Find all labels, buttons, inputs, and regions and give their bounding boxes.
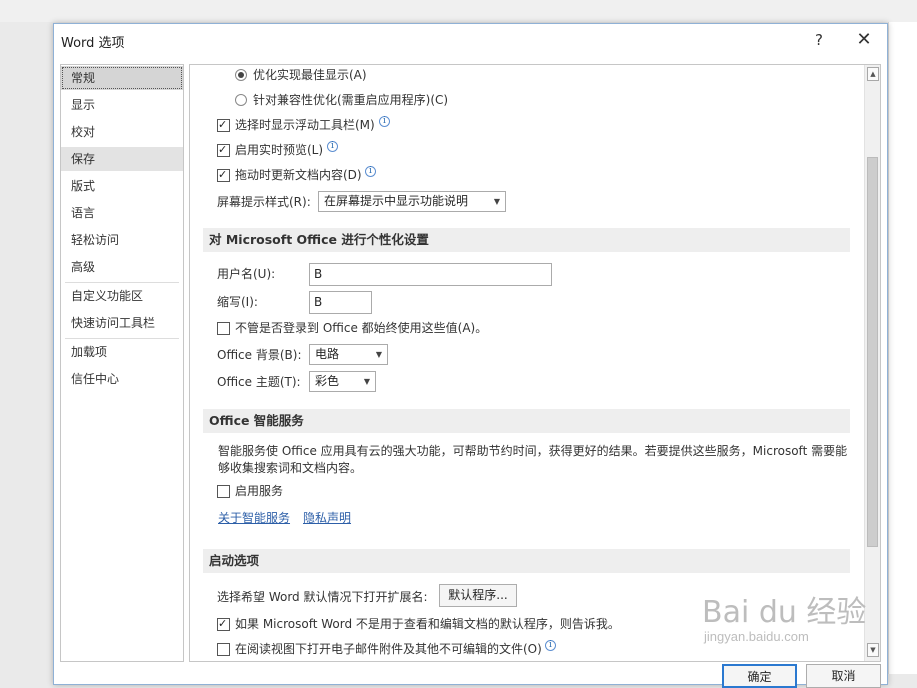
desktop-right-strip — [888, 22, 917, 674]
open-reading-checkbox[interactable] — [217, 643, 230, 656]
section-personalize-header: 对 Microsoft Office 进行个性化设置 — [203, 228, 850, 252]
theme-label: Office 主题(T): — [217, 375, 301, 389]
info-icon: i — [379, 116, 390, 127]
enable-services-label: 启用服务 — [235, 484, 284, 498]
info-icon: i — [365, 166, 376, 177]
intelligent-desc-line1: 智能服务使 Office 应用具有云的强大功能，可帮助节约时间，获得更好的结果。… — [218, 444, 848, 458]
dragupdate-label: 拖动时更新文档内容(D) — [235, 168, 362, 182]
desktop-top-strip — [0, 0, 917, 22]
open-reading-label: 在阅读视图下打开电子邮件附件及其他不可编辑的文件(O) — [235, 642, 542, 656]
office-background-value: 电路 — [315, 347, 340, 361]
section-intelligent-header: Office 智能服务 — [203, 409, 850, 433]
radio-best-display-label: 优化实现最佳显示(A) — [253, 68, 367, 82]
nav-item-advanced[interactable]: 高级 — [61, 255, 183, 279]
nav-item-quick-access-toolbar[interactable]: 快速访问工具栏 — [61, 311, 183, 335]
nav-separator — [65, 338, 179, 339]
info-icon: i — [545, 640, 556, 651]
radio-compat[interactable] — [235, 94, 247, 106]
scrollbar-thumb[interactable] — [867, 157, 878, 547]
privacy-statement-link[interactable]: 隐私声明 — [303, 509, 351, 526]
livepreview-checkbox[interactable] — [217, 140, 230, 160]
intelligent-desc-line2: 够收集搜索词和文档内容。 — [218, 461, 363, 475]
watermark-main-text: Bai du 经验 — [702, 595, 867, 630]
office-theme-value: 彩色 — [315, 374, 340, 388]
initials-input[interactable]: B — [309, 291, 372, 314]
nav-separator — [65, 282, 179, 283]
nav-item-save[interactable]: 保存 — [61, 147, 183, 171]
content-scrollbar[interactable]: ▲ ▼ — [864, 65, 880, 661]
tell-me-checkbox[interactable] — [217, 614, 230, 634]
help-button[interactable]: ? — [804, 27, 834, 53]
watermark-sub-text: jingyan.baidu.com — [704, 629, 809, 644]
nav-item-general[interactable]: 常规 — [61, 66, 183, 90]
username-label: 用户名(U): — [217, 267, 276, 281]
title-bar: Word 选项 ? ✕ — [54, 24, 887, 56]
cancel-button[interactable]: 取消 — [806, 664, 881, 688]
minitoolbar-label: 选择时显示浮动工具栏(M) — [235, 118, 375, 132]
baidu-watermark: Bai du 经验 jingyan.baidu.com — [700, 575, 890, 655]
chevron-down-icon: ▼ — [493, 197, 500, 206]
minitoolbar-checkbox[interactable] — [217, 115, 230, 135]
ok-button[interactable]: 确定 — [722, 664, 797, 688]
screentip-label: 屏幕提示样式(R): — [217, 195, 311, 209]
livepreview-label: 启用实时预览(L) — [235, 143, 324, 157]
dragupdate-checkbox[interactable] — [217, 165, 230, 185]
radio-best-display[interactable] — [235, 69, 247, 81]
enable-services-checkbox[interactable] — [217, 485, 230, 498]
always-use-checkbox[interactable] — [217, 322, 230, 335]
office-theme-dropdown[interactable]: 彩色 ▼ — [309, 371, 376, 392]
close-button[interactable]: ✕ — [849, 27, 879, 53]
screentip-value: 在屏幕提示中显示功能说明 — [324, 194, 469, 208]
screentip-dropdown[interactable]: 在屏幕提示中显示功能说明 ▼ — [318, 191, 506, 212]
options-content-pane: 优化实现最佳显示(A) 针对兼容性优化(需重启应用程序)(C) 选择时显示浮动工… — [189, 64, 881, 662]
nav-item-customize-ribbon[interactable]: 自定义功能区 — [61, 284, 183, 308]
about-intelligent-services-link[interactable]: 关于智能服务 — [218, 509, 290, 526]
default-ext-label: 选择希望 Word 默认情况下打开扩展名: — [217, 590, 428, 604]
nav-item-addins[interactable]: 加载项 — [61, 340, 183, 364]
nav-item-display[interactable]: 显示 — [61, 93, 183, 117]
options-nav: 常规 显示 校对 保存 版式 语言 轻松访问 高级 自定义功能区 快速访问工具栏… — [60, 64, 184, 662]
chevron-down-icon: ▼ — [363, 377, 370, 386]
section-startup-header: 启动选项 — [203, 549, 850, 573]
always-use-label: 不管是否登录到 Office 都始终使用这些值(A)。 — [235, 321, 488, 335]
nav-item-language[interactable]: 语言 — [61, 201, 183, 225]
nav-item-accessibility[interactable]: 轻松访问 — [61, 228, 183, 252]
initials-label: 缩写(I): — [217, 295, 258, 309]
background-label: Office 背景(B): — [217, 348, 302, 362]
info-icon: i — [327, 141, 338, 152]
default-programs-button[interactable]: 默认程序... — [439, 584, 517, 607]
chevron-down-icon: ▼ — [375, 350, 382, 359]
intelligent-description: 智能服务使 Office 应用具有云的强大功能，可帮助节约时间，获得更好的结果。… — [218, 443, 850, 477]
scroll-up-arrow-icon[interactable]: ▲ — [867, 67, 879, 81]
nav-item-proofing[interactable]: 校对 — [61, 120, 183, 144]
radio-compat-label: 针对兼容性优化(需重启应用程序)(C) — [253, 93, 449, 107]
nav-item-trust-center[interactable]: 信任中心 — [61, 367, 183, 391]
username-input[interactable]: B — [309, 263, 552, 286]
nav-item-layout[interactable]: 版式 — [61, 174, 183, 198]
office-background-dropdown[interactable]: 电路 ▼ — [309, 344, 388, 365]
tell-me-label: 如果 Microsoft Word 不是用于查看和编辑文档的默认程序，则告诉我。 — [235, 617, 620, 631]
window-title: Word 选项 — [61, 36, 125, 51]
